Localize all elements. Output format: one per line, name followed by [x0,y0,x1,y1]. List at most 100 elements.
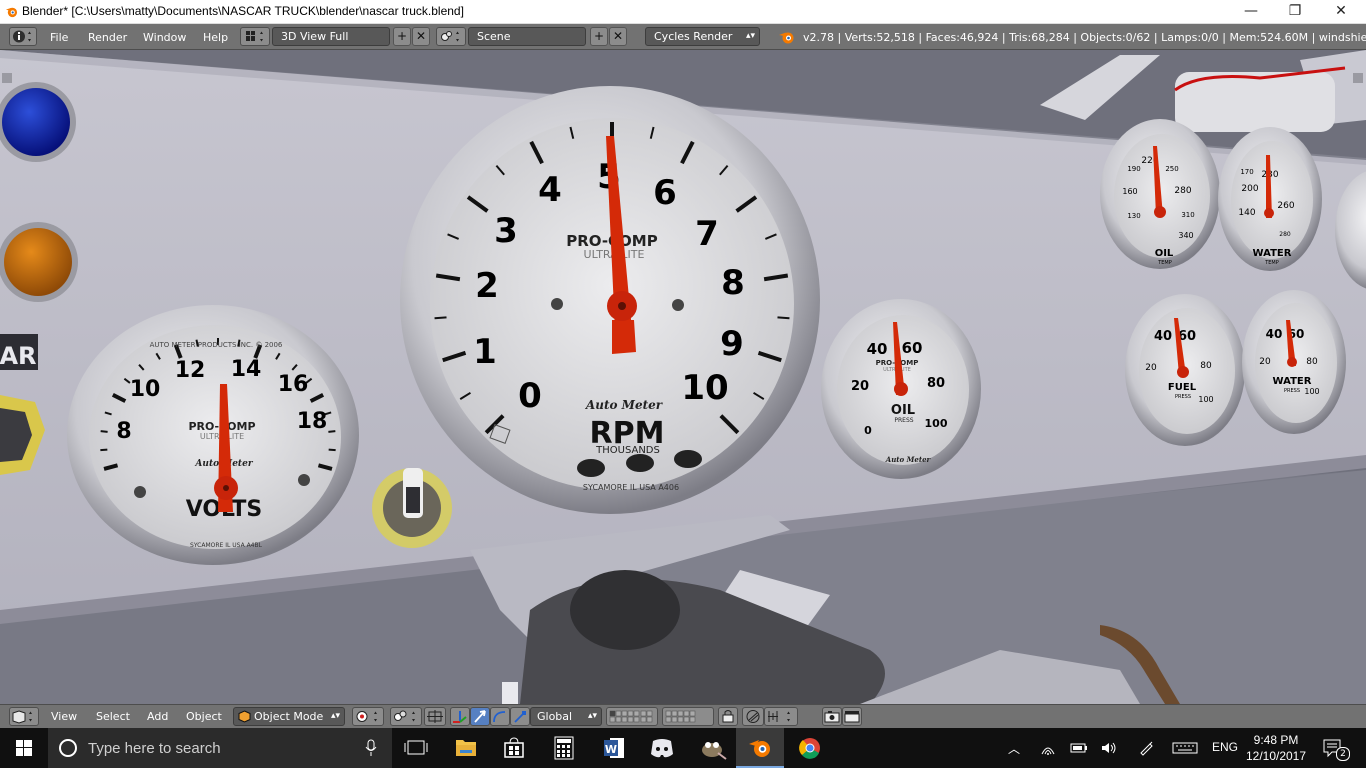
render-engine-dropdown[interactable]: Cycles Render ▴▾ [645,27,760,46]
info-icon [13,30,31,43]
volts-number-14: 14 [231,357,262,382]
scene-selector[interactable] [436,27,466,46]
tach-fineprint: SYCAMORE IL USA A406 [583,483,679,492]
word-button[interactable]: W [590,728,638,768]
action-center-button[interactable]: 2 [1322,738,1350,761]
gimp-button[interactable] [688,728,736,768]
proportional-edit-icon [746,710,760,723]
volts-needle-pin [223,485,229,491]
menu-select[interactable]: Select [96,710,130,723]
info-header: File Render Window Help 3D View Full + ✕… [0,24,1366,50]
menu-render[interactable]: Render [88,31,127,44]
delete-layout-button[interactable]: ✕ [412,27,430,46]
menu-add[interactable]: Add [147,710,168,723]
rotate-arc-icon [493,711,506,723]
viewport-split-widget-right[interactable] [1353,73,1363,83]
input-language[interactable]: ENG [1212,740,1238,754]
editor-type-3dview-button[interactable] [9,707,39,726]
translate-manipulator-button[interactable] [470,707,490,726]
screen-layout-selector[interactable] [240,27,270,46]
water-temp-needle-hub [1264,208,1274,218]
menu-file[interactable]: File [50,31,68,44]
manipulator-toggle-button[interactable] [450,707,470,726]
scene-layers-grid-2[interactable] [662,707,714,726]
add-scene-button[interactable]: + [590,27,608,46]
oil-temp-face [1114,134,1210,258]
oil-temp-sub: TEMP [1157,260,1172,266]
start-button[interactable] [0,728,48,768]
calculator-button[interactable] [540,728,588,768]
store-button[interactable] [490,728,538,768]
viewport-shading-button[interactable] [352,707,384,726]
volts-tick [328,448,336,452]
menu-help[interactable]: Help [203,31,228,44]
delete-scene-button[interactable]: ✕ [609,27,627,46]
oil-press-number-20: 20 [851,379,869,394]
battery-icon[interactable] [1070,741,1088,755]
close-button[interactable]: ✕ [1318,0,1364,24]
tach-number-3: 3 [494,211,518,251]
object-mode-icon [238,710,251,723]
tach-logo: Auto Meter [585,398,664,412]
volts-screw-left [134,486,146,498]
tach-number-7: 7 [695,214,719,254]
taskbar-search-box[interactable]: Type here to search [48,728,392,768]
folder-icon [456,740,476,756]
maximize-button[interactable]: ❐ [1272,0,1318,24]
volts-number-10: 10 [130,377,161,402]
scene-layers-grid[interactable] [606,707,658,726]
align-icon-button[interactable] [424,707,446,726]
minimize-button[interactable]: — [1228,0,1274,24]
fuel-press-number-40: 40 [1154,329,1172,344]
volume-icon[interactable] [1100,740,1118,756]
wifi-icon[interactable] [1040,740,1056,756]
oil-temp-gauge: 130 160 190 220 250 280 310 340 OIL TEMP [1100,119,1220,269]
translate-arrow-icon [474,710,486,723]
scale-manipulator-button[interactable] [510,707,530,726]
touch-keyboard-icon[interactable] [1172,741,1198,755]
viewport-split-widget-left[interactable] [2,73,12,83]
menu-object[interactable]: Object [186,710,222,723]
tach-number-0: 0 [518,376,542,416]
screen-layout-field[interactable]: 3D View Full [272,27,390,46]
discord-button[interactable] [638,728,686,768]
3d-viewport[interactable]: AR 0 1 2 3 4 5 6 7 8 9 10 PRO-COMP ULTRA… [0,50,1366,704]
menu-window[interactable]: Window [143,31,186,44]
interaction-mode-dropdown[interactable]: Object Mode ▴▾ [233,707,345,726]
tach-number-10: 10 [681,368,728,408]
scene-statistics: v2.78 | Verts:52,518 | Faces:46,924 | Tr… [803,31,1366,44]
file-explorer-button[interactable] [442,728,490,768]
proportional-editing-button[interactable] [742,707,764,726]
voltmeter-gauge: AUTO METER PRODUCTS INC. © 2006 8 10 12 … [67,305,359,565]
water-temp-sub: TEMP [1264,260,1279,266]
rotate-manipulator-button[interactable] [490,707,510,726]
windows-taskbar: Type here to search W ︿ ENG 9:48 PM 12/1… [0,728,1366,768]
pen-ink-icon[interactable] [1138,740,1156,756]
pivot-point-button[interactable] [390,707,422,726]
gimp-icon [702,742,727,760]
menu-view[interactable]: View [51,710,77,723]
chrome-button[interactable] [786,728,834,768]
blender-icon [749,740,770,757]
scene-field[interactable]: Scene [468,27,586,46]
transform-orientation-dropdown[interactable]: Global ▴▾ [530,707,602,726]
snap-element-dropdown[interactable] [764,707,798,726]
tach-shift-light-2 [626,454,654,472]
side-label: AR [0,342,37,370]
water-temp-gauge: 140 170 200 230 260 280 WATER TEMP [1218,127,1322,271]
pivot-icon [394,710,415,722]
render-image-button[interactable] [822,707,842,726]
taskbar-clock[interactable]: 9:48 PM 12/10/2017 [1244,732,1308,764]
editor-type-info-button[interactable] [9,27,37,46]
render-animation-button[interactable] [842,707,862,726]
fuel-press-unit: FUEL [1168,382,1197,393]
layer-lock-button[interactable] [718,707,738,726]
show-hidden-icons-chevron[interactable]: ︿ [1008,740,1020,757]
tach-needle-pin [618,302,626,310]
add-layout-button[interactable]: + [393,27,411,46]
task-view-button[interactable] [392,728,440,768]
oil-press-number-40: 40 [867,340,888,358]
scene-icon [441,31,459,42]
blender-taskbar-button[interactable] [736,728,784,768]
water-temp-number-200: 200 [1241,184,1258,194]
